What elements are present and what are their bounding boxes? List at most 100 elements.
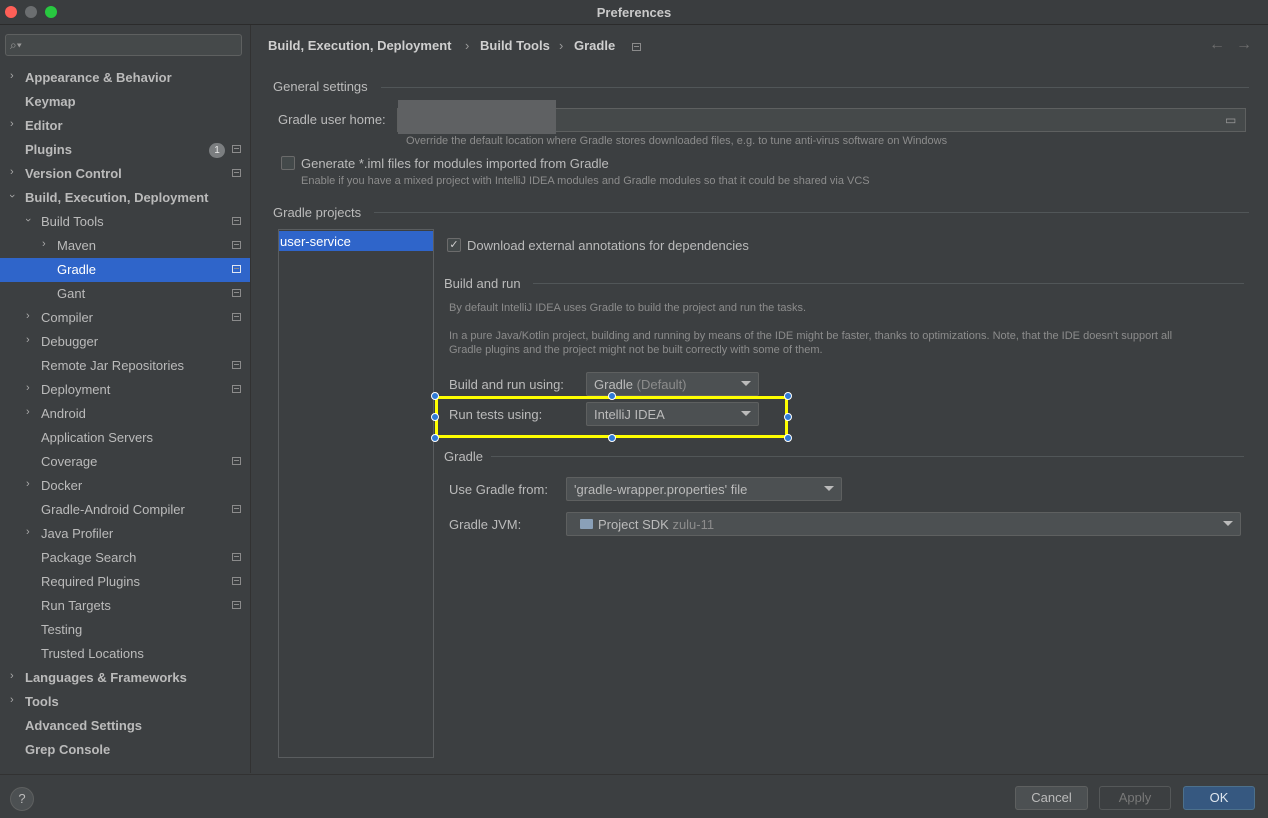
sidebar-item-deployment[interactable]: › Deployment: [0, 378, 250, 402]
dropdown-arrow-icon: [741, 381, 751, 386]
plugins-update-badge: 1: [209, 143, 225, 158]
resize-handle[interactable]: [784, 392, 792, 400]
sidebar-item-application-servers[interactable]: Application Servers: [0, 426, 250, 450]
chevron-right-icon: ›: [10, 166, 14, 178]
use-gradle-from-dropdown[interactable]: 'gradle-wrapper.properties' file: [566, 477, 842, 501]
download-annotations-checkbox[interactable]: ✓: [447, 238, 461, 252]
resize-handle[interactable]: [431, 413, 439, 421]
sidebar-item-gradle[interactable]: Gradle: [0, 258, 250, 282]
apply-button[interactable]: Apply: [1099, 786, 1171, 810]
dropdown-arrow-icon: [824, 486, 834, 491]
search-icon: ⌕▾: [10, 38, 22, 52]
sidebar-item-run-targets[interactable]: Run Targets: [0, 594, 250, 618]
resize-handle[interactable]: [431, 392, 439, 400]
build-run-hint-plugins: Gradle plugins and the project might not…: [449, 344, 823, 356]
breadcrumb-item[interactable]: Build Tools: [480, 38, 550, 53]
breadcrumb-item[interactable]: Build, Execution, Deployment: [268, 38, 451, 53]
use-gradle-from-label: Use Gradle from:: [449, 482, 548, 497]
chevron-down-icon: ›: [21, 218, 34, 222]
chevron-right-icon: ›: [10, 694, 14, 706]
divider: [381, 87, 1249, 88]
folder-icon: [580, 519, 593, 529]
sidebar-item-build-execution-deployment[interactable]: › Build, Execution, Deployment: [0, 186, 250, 210]
sidebar-item-keymap[interactable]: Keymap: [0, 90, 250, 114]
sidebar-item-java-profiler[interactable]: › Java Profiler: [0, 522, 250, 546]
project-level-icon: [232, 169, 241, 177]
sidebar-item-maven[interactable]: › Maven: [0, 234, 250, 258]
project-level-icon: [232, 601, 241, 609]
help-button[interactable]: ?: [10, 787, 34, 811]
generate-iml-hint: Enable if you have a mixed project with …: [301, 175, 870, 187]
cancel-button[interactable]: Cancel: [1015, 786, 1088, 810]
sidebar-item-android[interactable]: › Android: [0, 402, 250, 426]
project-level-icon: [232, 577, 241, 585]
generate-iml-label: Generate *.iml files for modules importe…: [301, 156, 609, 171]
gradle-jvm-value: Project SDK zulu-11: [598, 517, 715, 532]
sidebar-item-grep-console[interactable]: Grep Console: [0, 738, 250, 762]
sidebar-item-plugins[interactable]: Plugins 1: [0, 138, 250, 162]
project-level-icon: [232, 217, 241, 225]
breadcrumb-item: Gradle: [574, 38, 616, 53]
sidebar-item-package-search[interactable]: Package Search: [0, 546, 250, 570]
chevron-right-icon: ›: [10, 118, 14, 130]
redacted-path-block: [398, 100, 556, 134]
sidebar-item-coverage[interactable]: Coverage: [0, 450, 250, 474]
build-and-run-value: Gradle (Default): [594, 377, 687, 392]
resize-handle[interactable]: [608, 434, 616, 442]
settings-search-input[interactable]: [5, 34, 242, 56]
project-level-icon: [232, 289, 241, 297]
divider: [374, 212, 1249, 213]
project-level-icon: [232, 313, 241, 321]
resize-handle[interactable]: [431, 434, 439, 442]
sidebar-item-testing[interactable]: Testing: [0, 618, 250, 642]
chevron-right-icon: ›: [26, 382, 30, 394]
sidebar-item-gradle-android-compiler[interactable]: Gradle-Android Compiler: [0, 498, 250, 522]
sidebar-item-advanced-settings[interactable]: Advanced Settings: [0, 714, 250, 738]
project-level-icon: [232, 241, 241, 249]
chevron-right-icon: ›: [10, 70, 14, 82]
sidebar-item-debugger[interactable]: › Debugger: [0, 330, 250, 354]
build-run-hint-java: In a pure Java/Kotlin project, building …: [449, 330, 1173, 342]
project-level-icon: [232, 145, 241, 153]
gradle-jvm-label: Gradle JVM:: [449, 517, 522, 532]
gradle-user-home-hint: Override the default location where Grad…: [406, 135, 948, 147]
project-level-icon: [232, 553, 241, 561]
sidebar-item-required-plugins[interactable]: Required Plugins: [0, 570, 250, 594]
project-level-icon: [232, 385, 241, 393]
resize-handle[interactable]: [608, 392, 616, 400]
ok-button[interactable]: OK: [1183, 786, 1255, 810]
project-level-icon: [232, 265, 241, 273]
gradle-section-title: Gradle: [444, 449, 484, 464]
chevron-right-icon: ›: [26, 406, 30, 418]
breadcrumb-separator-icon: ›: [559, 38, 564, 53]
project-level-icon: [632, 43, 641, 51]
resize-handle[interactable]: [784, 434, 792, 442]
back-arrow-icon[interactable]: ←: [1209, 36, 1225, 54]
project-level-icon: [232, 505, 241, 513]
resize-handle[interactable]: [784, 413, 792, 421]
gradle-projects-list: [278, 229, 434, 758]
project-level-icon: [232, 457, 241, 465]
download-annotations-label: Download external annotations for depend…: [467, 238, 749, 253]
sidebar-item-editor[interactable]: › Editor: [0, 114, 250, 138]
project-level-icon: [232, 361, 241, 369]
sidebar-item-appearance[interactable]: › Appearance & Behavior: [0, 66, 250, 90]
breadcrumb-separator-icon: ›: [465, 38, 470, 53]
project-name: user-service: [280, 234, 351, 249]
sidebar-item-remote-jar-repositories[interactable]: Remote Jar Repositories: [0, 354, 250, 378]
sidebar-item-languages-frameworks[interactable]: › Languages & Frameworks: [0, 666, 250, 690]
generate-iml-checkbox[interactable]: [281, 156, 295, 170]
sidebar-item-tools[interactable]: › Tools: [0, 690, 250, 714]
sidebar-item-trusted-locations[interactable]: Trusted Locations: [0, 642, 250, 666]
sidebar-item-compiler[interactable]: › Compiler: [0, 306, 250, 330]
forward-arrow-icon[interactable]: →: [1236, 36, 1252, 54]
sidebar-item-docker[interactable]: › Docker: [0, 474, 250, 498]
chevron-down-icon: ›: [5, 194, 18, 198]
sidebar-item-build-tools[interactable]: › Build Tools: [0, 210, 250, 234]
folder-icon[interactable]: ▭: [1225, 113, 1236, 127]
chevron-right-icon: ›: [26, 310, 30, 322]
build-and-run-title: Build and run: [444, 276, 521, 291]
sidebar-item-gant[interactable]: Gant: [0, 282, 250, 306]
gradle-jvm-dropdown[interactable]: Project SDK zulu-11: [566, 512, 1241, 536]
sidebar-item-version-control[interactable]: › Version Control: [0, 162, 250, 186]
